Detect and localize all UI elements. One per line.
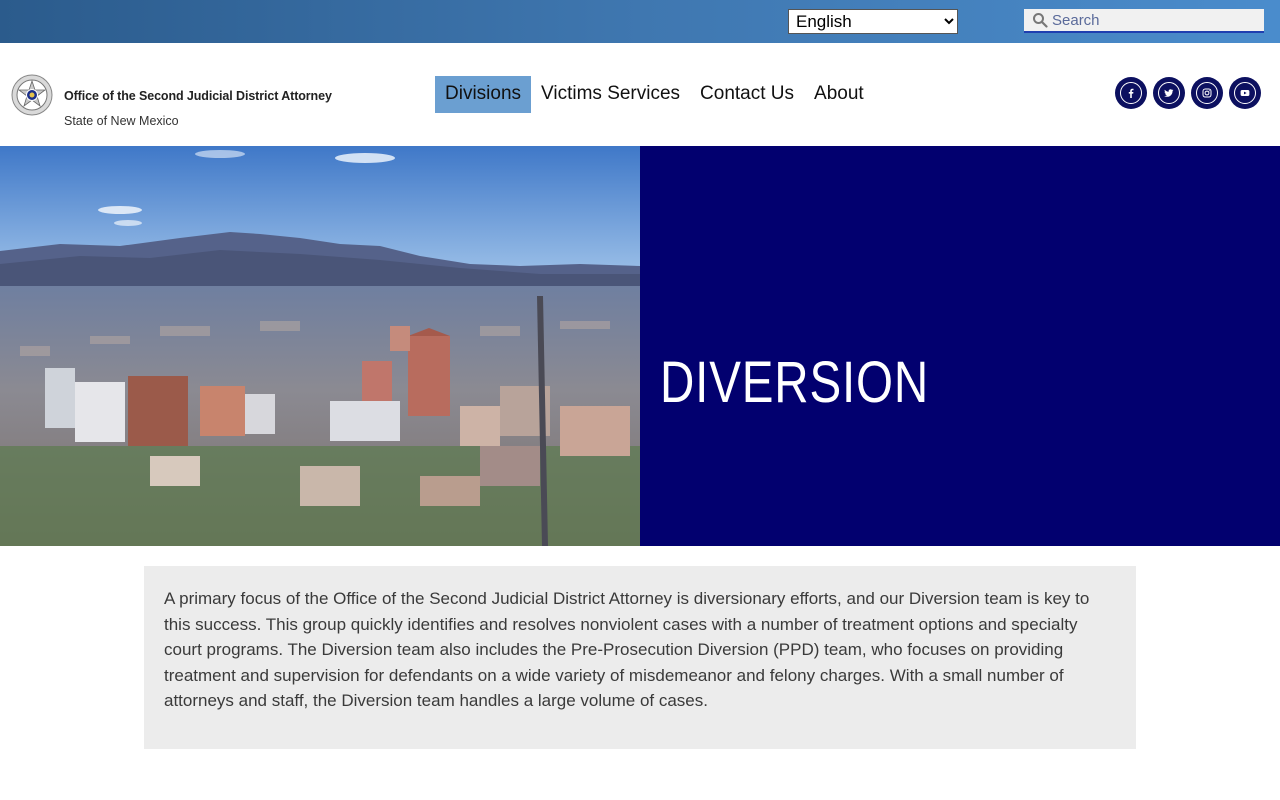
search-icon [1033,13,1048,28]
facebook-button[interactable] [1115,77,1147,109]
nav-divisions[interactable]: Divisions [435,76,532,113]
nav-contact-us[interactable]: Contact Us [690,76,804,113]
youtube-icon [1240,90,1250,96]
hero-panel: DIVERSION [640,146,1280,546]
language-select[interactable]: English [788,9,958,34]
search-box[interactable] [1024,9,1264,33]
instagram-button[interactable] [1191,77,1223,109]
city-skyline-image [0,146,640,546]
youtube-button[interactable] [1229,77,1261,109]
site-header: Office of the Second Judicial District A… [0,43,1280,146]
twitter-button[interactable] [1153,77,1185,109]
search-input[interactable] [1052,9,1258,31]
org-subtitle: State of New Mexico [64,114,179,128]
content-box: A primary focus of the Office of the Sec… [144,566,1136,749]
instagram-icon [1202,88,1212,98]
nav-victims-services[interactable]: Victims Services [531,76,690,113]
facebook-icon [1128,88,1134,98]
twitter-icon [1164,89,1174,97]
top-bar: English [0,0,1280,43]
nav-about[interactable]: About [804,76,874,113]
content-paragraph: A primary focus of the Office of the Sec… [164,589,1090,710]
main-nav: Divisions Victims Services Contact Us Ab… [435,76,874,113]
page-title: DIVERSION [660,349,930,415]
org-name[interactable]: Office of the Second Judicial District A… [64,89,332,103]
hero-image [0,146,640,546]
seal-logo-icon[interactable] [11,73,53,117]
